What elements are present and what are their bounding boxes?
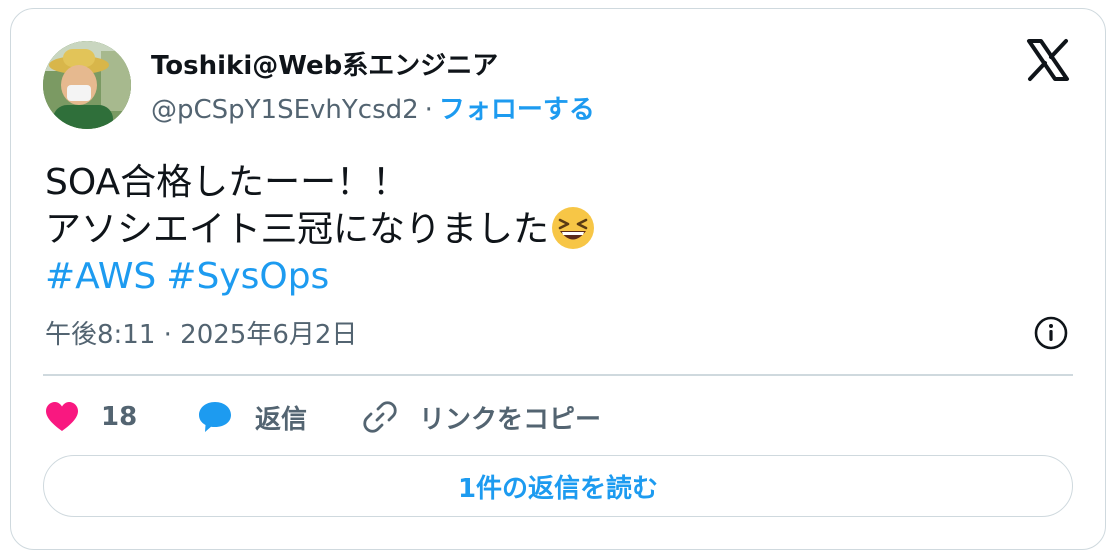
hashtags: #AWS #SysOps: [45, 253, 595, 300]
hashtag-aws[interactable]: #AWS: [45, 256, 156, 297]
tweet-text: SOA合格したーー！！ アソシエイト三冠になりました #AWS #SysOps: [45, 159, 595, 300]
tweet-timestamp[interactable]: 午後8:11 · 2025年6月2日: [45, 314, 357, 351]
avatar[interactable]: [43, 41, 131, 129]
heart-icon: [46, 402, 78, 431]
tweet-card: Toshiki@Web系エンジニア @pCSpY1SEvhYcsd2 · フォローす…: [10, 8, 1106, 550]
author-handle-line: @pCSpY1SEvhYcsd2 · フォローする: [151, 89, 595, 126]
read-replies-button[interactable]: 1件の返信を読む: [43, 455, 1073, 517]
divider: [43, 374, 1073, 376]
author-handle[interactable]: @pCSpY1SEvhYcsd2: [151, 95, 419, 125]
read-replies-label: 1件の返信を読む: [457, 473, 659, 504]
tweet-line-2: アソシエイト三冠になりました: [45, 209, 550, 250]
author-display-name[interactable]: Toshiki@Web系エンジニア: [151, 45, 498, 82]
reply-label: 返信: [255, 404, 308, 435]
follow-button[interactable]: フォローする: [439, 95, 595, 125]
tweet-line-1: SOA合格したーー！！: [45, 162, 409, 203]
reply-bubble-icon: [199, 402, 231, 432]
reply-button[interactable]: 返信: [197, 397, 307, 437]
like-count: 18: [101, 402, 138, 432]
copy-link-label: リンクをコピー: [419, 404, 602, 435]
separator-dot: ·: [424, 95, 433, 125]
hashtag-sysops[interactable]: #SysOps: [166, 256, 329, 297]
copy-link-button[interactable]: リンクをコピー: [363, 397, 601, 437]
grinning-squinting-face-icon: [552, 207, 595, 249]
tweet-line-2-wrapper: アソシエイト三冠になりました: [45, 206, 595, 253]
x-logo-icon[interactable]: [1025, 37, 1071, 83]
action-bar: 18 返信 リンクをコピー: [45, 397, 745, 437]
info-icon[interactable]: [1033, 315, 1069, 351]
like-button[interactable]: 18: [45, 397, 137, 437]
link-icon: [363, 401, 397, 433]
